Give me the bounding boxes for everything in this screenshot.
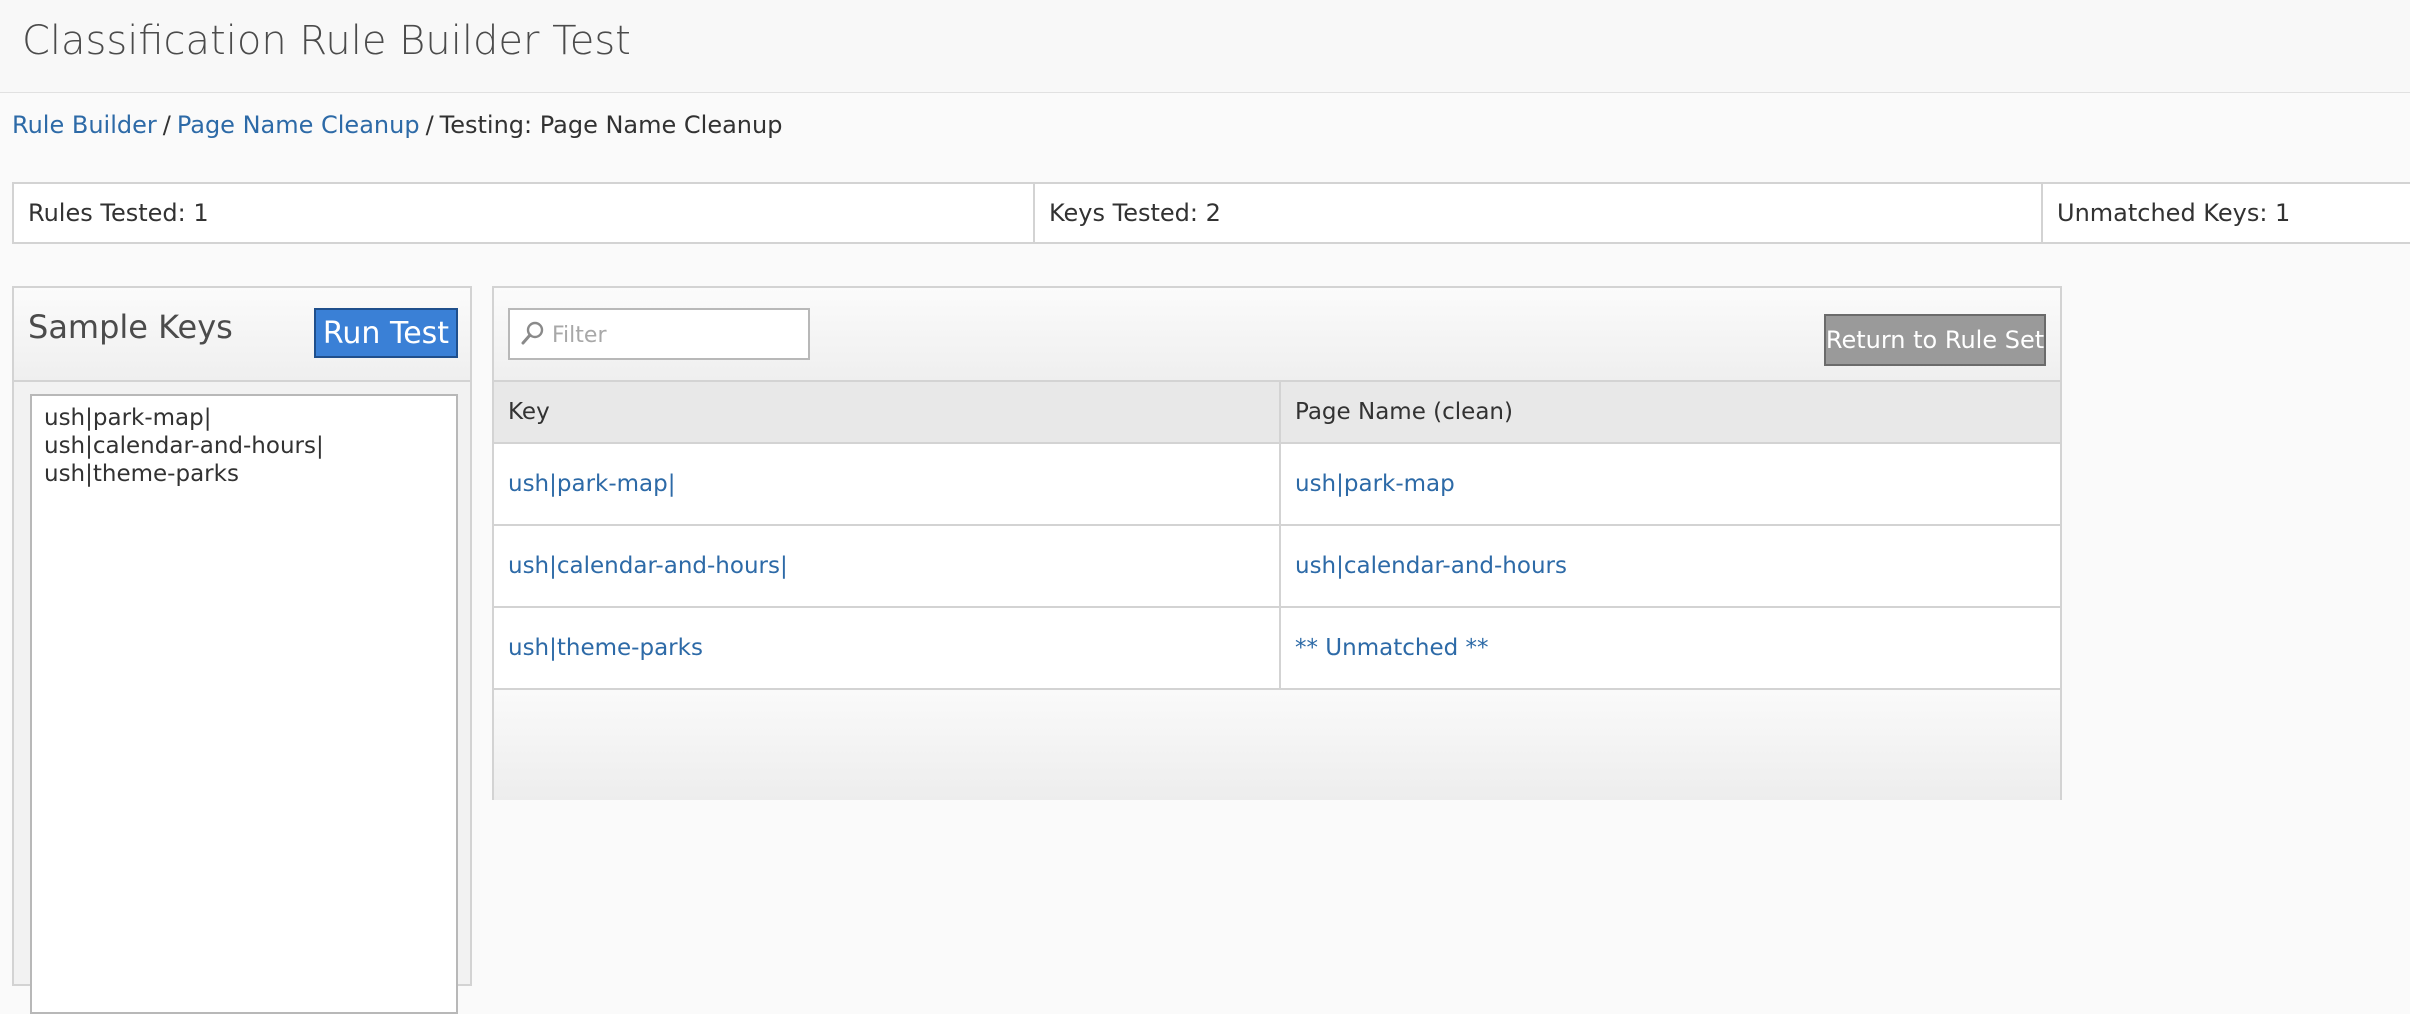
row-value[interactable]: ush|calendar-and-hours xyxy=(1279,524,2060,608)
search-icon xyxy=(521,321,544,345)
filter-input[interactable] xyxy=(550,314,804,356)
results-toolbar: Return to Rule Set xyxy=(494,288,2060,382)
breadcrumb-separator: / xyxy=(425,111,434,139)
stats-bar: Rules Tested: 1 Keys Tested: 2 Unmatched… xyxy=(12,182,2410,244)
table-row: ush|park-map| ush|park-map xyxy=(494,442,2060,526)
breadcrumb-current: Testing: Page Name Cleanup xyxy=(439,111,783,139)
app-header: Classification Rule Builder Test xyxy=(0,0,2410,93)
run-test-button[interactable]: Run Test xyxy=(314,308,458,358)
breadcrumb-page-name-cleanup[interactable]: Page Name Cleanup xyxy=(177,111,420,139)
sample-key-line: ush|calendar-and-hours| xyxy=(44,433,324,459)
filter-box[interactable] xyxy=(508,308,810,360)
breadcrumb: Rule Builder / Page Name Cleanup / Testing: … xyxy=(12,111,782,139)
sample-key-line: ush|theme-parks xyxy=(44,461,239,487)
breadcrumb-rule-builder[interactable]: Rule Builder xyxy=(12,111,157,139)
page-title: Classification Rule Builder Test xyxy=(22,18,631,64)
table-header-row: Key Page Name (clean) xyxy=(494,382,2060,444)
row-key[interactable]: ush|calendar-and-hours| xyxy=(494,524,1281,608)
return-to-rule-set-button[interactable]: Return to Rule Set xyxy=(1824,314,2046,366)
row-key[interactable]: ush|park-map| xyxy=(494,442,1281,526)
row-value[interactable]: ush|park-map xyxy=(1279,442,2060,526)
results-table: Key Page Name (clean) ush|park-map| ush|… xyxy=(494,382,2060,690)
keys-tested-stat: Keys Tested: 2 xyxy=(1035,184,2043,242)
sample-keys-textarea[interactable]: ush|park-map| ush|calendar-and-hours| us… xyxy=(30,394,458,1014)
row-key[interactable]: ush|theme-parks xyxy=(494,606,1281,690)
breadcrumb-separator: / xyxy=(162,111,171,139)
column-header-key[interactable]: Key xyxy=(494,382,1281,444)
table-row: ush|calendar-and-hours| ush|calendar-and… xyxy=(494,524,2060,608)
results-panel: Return to Rule Set Key Page Name (clean)… xyxy=(492,286,2062,800)
row-value[interactable]: ** Unmatched ** xyxy=(1279,606,2060,690)
sample-key-line: ush|park-map| xyxy=(44,405,212,431)
sample-keys-header: Sample Keys Run Test xyxy=(14,288,470,382)
rules-tested-stat: Rules Tested: 1 xyxy=(14,184,1035,242)
sample-keys-panel: Sample Keys Run Test ush|park-map| ush|c… xyxy=(12,286,472,1014)
table-row: ush|theme-parks ** Unmatched ** xyxy=(494,606,2060,690)
column-header-page-name[interactable]: Page Name (clean) xyxy=(1279,382,2060,444)
sample-keys-title: Sample Keys xyxy=(28,308,233,346)
results-footer xyxy=(494,690,2060,800)
unmatched-keys-stat: Unmatched Keys: 1 xyxy=(2057,199,2291,227)
